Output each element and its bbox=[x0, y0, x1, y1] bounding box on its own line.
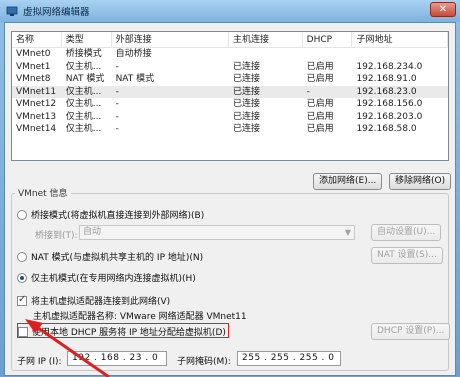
network-editor-icon bbox=[6, 6, 18, 16]
virtual-network-editor-window: 虚拟网络编辑器 ✕ 名称 类型 外部连接 主机连接 DHCP 子网地址 VMne… bbox=[0, 0, 460, 377]
close-icon: ✕ bbox=[438, 4, 448, 15]
annotation-arrow-icon bbox=[25, 319, 110, 377]
close-button[interactable]: ✕ bbox=[430, 2, 456, 17]
dialog-body: 名称 类型 外部连接 主机连接 DHCP 子网地址 VMnet0 桥接模式 自动桥接… bbox=[4, 22, 456, 377]
window-title: 虚拟网络编辑器 bbox=[23, 7, 90, 18]
title-bar[interactable]: 虚拟网络编辑器 ✕ bbox=[0, 0, 460, 22]
